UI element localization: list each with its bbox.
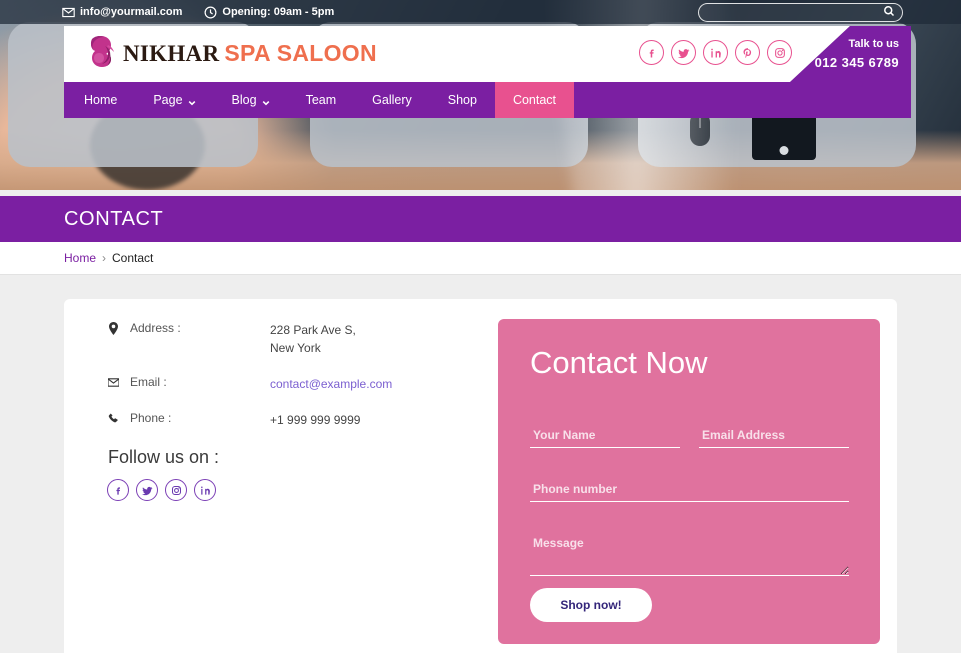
chevron-down-icon	[262, 96, 270, 106]
header-social-links	[639, 40, 792, 65]
phone-icon	[108, 411, 130, 428]
nav-label: Contact	[512, 93, 557, 107]
nav-item-gallery[interactable]: Gallery	[354, 82, 430, 118]
nav-label: Shop	[447, 93, 477, 107]
follow-facebook-icon[interactable]	[107, 479, 129, 501]
nav-item-page[interactable]: Page	[135, 82, 213, 118]
contact-form-title: Contact Now	[530, 345, 708, 380]
search-input[interactable]	[698, 3, 903, 22]
contact-info-row-email: Email : contact@example.com	[107, 375, 468, 393]
contact-info-list: Address : 228 Park Ave S, New York Email…	[107, 321, 468, 447]
topbar-email-text: info@yourmail.com	[80, 6, 183, 18]
nav-item-home[interactable]: Home	[64, 82, 135, 118]
contact-info-row-address: Address : 228 Park Ave S, New York	[108, 321, 468, 357]
nav-item-blog[interactable]: Blog	[214, 82, 288, 118]
nav-label: Page	[153, 93, 183, 107]
breadcrumb-separator: ›	[102, 251, 107, 265]
nav-label: Team	[305, 93, 337, 107]
top-info-bar: info@yourmail.com Opening: 09am - 5pm	[0, 0, 961, 24]
nav-label: Home	[84, 93, 118, 107]
envelope-icon	[62, 6, 75, 19]
follow-instagram-icon[interactable]	[165, 479, 187, 501]
contact-info-value: 228 Park Ave S, New York	[270, 323, 356, 355]
page-root: info@yourmail.com Opening: 09am - 5pm NI…	[0, 0, 961, 653]
nav-label: Gallery	[372, 93, 412, 107]
page-title-bar: CONTACT	[0, 196, 961, 242]
clock-icon	[204, 6, 217, 19]
name-input[interactable]	[530, 428, 680, 448]
site-logo[interactable]: NIKHAR SPA SALOON	[80, 32, 377, 74]
follow-linkedin-icon[interactable]	[194, 479, 216, 501]
breadcrumb-home-link[interactable]: Home	[64, 251, 96, 265]
contact-info-label: Phone :	[130, 411, 172, 425]
email-input[interactable]	[699, 428, 849, 448]
talk-to-us-number: 012 345 6789	[814, 54, 899, 70]
contact-email-link[interactable]: contact@example.com	[270, 375, 392, 393]
nav-item-contact[interactable]: Contact	[494, 82, 575, 118]
topbar-hours: Opening: 09am - 5pm	[204, 6, 334, 19]
phone-input[interactable]	[530, 482, 849, 502]
contact-info-label: Address :	[130, 321, 181, 335]
social-facebook-icon[interactable]	[639, 40, 664, 65]
search-icon	[883, 5, 895, 20]
contact-content-card: Address : 228 Park Ave S, New York Email…	[64, 299, 897, 653]
main-navigation: Home Page Blog Team Gallery Shop Contact	[64, 82, 911, 118]
logo-primary-text: NIKHAR	[123, 40, 220, 66]
submit-button[interactable]: Shop now!	[530, 588, 652, 622]
nav-item-shop[interactable]: Shop	[430, 82, 495, 118]
social-twitter-icon[interactable]	[671, 40, 696, 65]
breadcrumb-current: Contact	[112, 251, 154, 265]
page-title: CONTACT	[64, 207, 164, 230]
contact-info-label: Email :	[130, 375, 167, 389]
breadcrumb: Home › Contact	[0, 242, 961, 275]
social-linkedin-icon[interactable]	[703, 40, 728, 65]
talk-to-us-label: Talk to us	[848, 38, 899, 50]
social-instagram-icon[interactable]	[767, 40, 792, 65]
chevron-down-icon	[188, 96, 196, 106]
follow-us-social-links	[107, 479, 216, 501]
social-pinterest-icon[interactable]	[735, 40, 760, 65]
follow-us-title: Follow us on :	[108, 447, 220, 467]
envelope-icon	[107, 375, 130, 392]
search-button[interactable]	[881, 5, 896, 20]
follow-twitter-icon[interactable]	[136, 479, 158, 501]
talk-to-us: Talk to us 012 345 6789	[815, 36, 899, 72]
contact-info-row-phone: Phone : +1 999 999 9999	[108, 411, 468, 429]
topbar-email: info@yourmail.com	[62, 6, 182, 19]
search-box	[698, 3, 903, 22]
nav-item-team[interactable]: Team	[288, 82, 355, 118]
topbar-hours-text: Opening: 09am - 5pm	[222, 6, 335, 18]
contact-form-card: Contact Now Shop now!	[498, 319, 880, 644]
spa-woman-logo-icon	[80, 32, 120, 74]
site-header: NIKHAR SPA SALOON Talk to us 012 345 6789	[64, 26, 911, 82]
contact-info-value: +1 999 999 9999	[270, 413, 361, 427]
logo-secondary-text: SPA SALOON	[224, 39, 377, 66]
message-textarea[interactable]	[530, 536, 849, 576]
nav-label: Blog	[231, 93, 257, 107]
map-pin-icon	[108, 321, 130, 338]
